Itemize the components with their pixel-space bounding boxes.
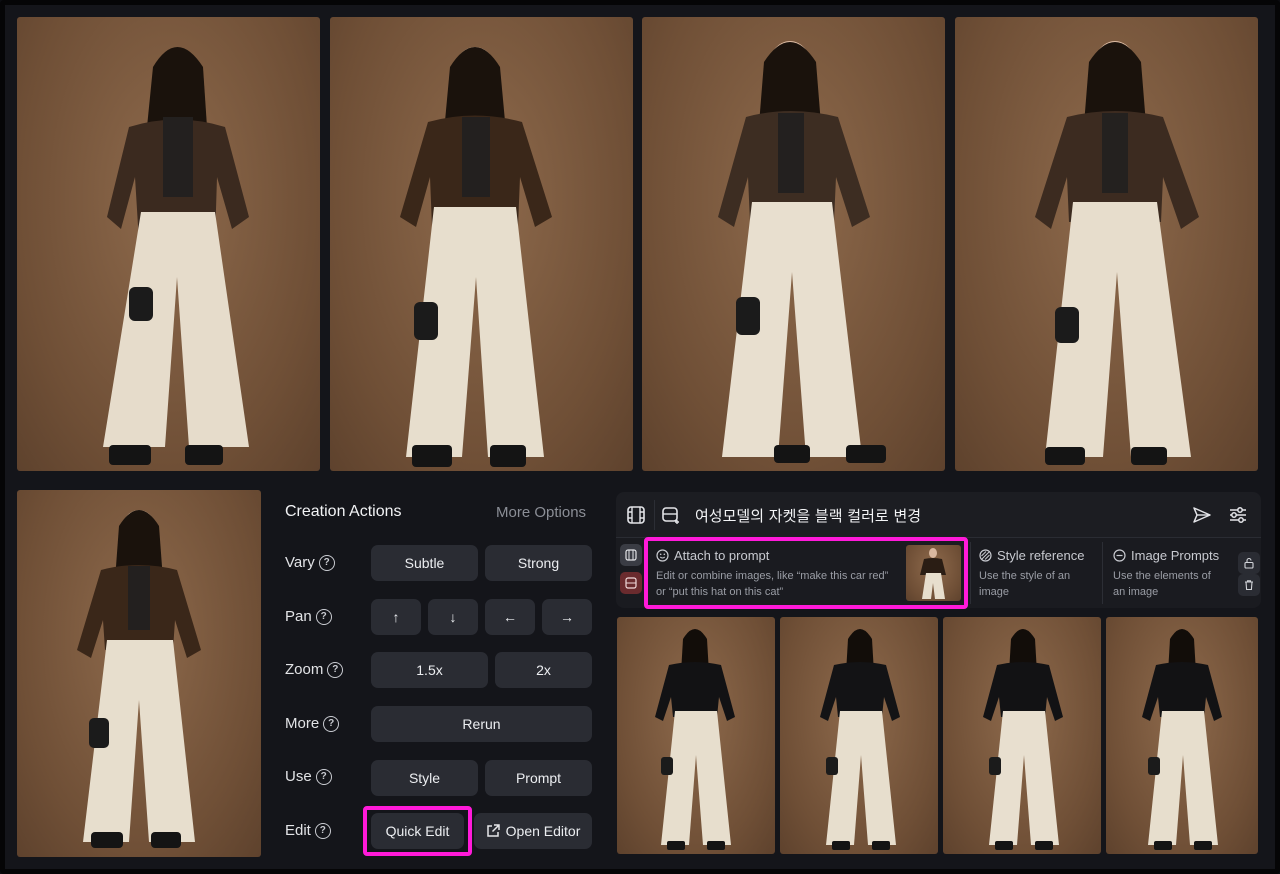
more-row-label: More ? [285, 715, 340, 732]
creation-actions-title: Creation Actions [285, 503, 402, 520]
model-figure [820, 629, 900, 850]
send-icon[interactable] [1192, 505, 1212, 525]
attach-to-prompt-title: Attach to prompt [674, 548, 770, 563]
pan-row-label: Pan ? [285, 608, 332, 625]
model-figure [77, 510, 201, 848]
image-prompts-option[interactable]: Image Prompts [1113, 548, 1219, 563]
zoom-row-label: Zoom ? [285, 661, 344, 678]
rerun-button[interactable]: Rerun [371, 706, 592, 742]
more-options-link[interactable]: More Options [496, 504, 586, 521]
model-figure [983, 629, 1063, 850]
style-reference-desc: Use the style of an image [979, 568, 1070, 600]
prompt-divider [654, 500, 655, 530]
style-reference-title: Style reference [997, 548, 1085, 563]
smile-icon [656, 549, 669, 562]
image-prompts-desc-line-2: an image [1113, 586, 1159, 598]
external-link-icon [486, 824, 500, 837]
vary-row-label: Vary ? [285, 554, 335, 571]
pan-down-button[interactable]: ↓ [428, 599, 478, 635]
edit-row-label: Edit ? [285, 822, 331, 839]
model-figure [103, 47, 249, 465]
edited-image-2[interactable] [780, 617, 938, 854]
edited-image-3[interactable] [943, 617, 1101, 854]
attached-image-thumbnail[interactable] [906, 545, 961, 601]
lock-button[interactable] [1238, 552, 1260, 574]
attach-desc-line-1: Edit or combine images, like “make this … [656, 570, 889, 582]
reference-divider [1102, 542, 1103, 604]
model-figure [920, 548, 946, 599]
image-prompts-desc: Use the elements of an image [1113, 568, 1211, 600]
zoom-1-5x-button[interactable]: 1.5x [371, 652, 488, 688]
use-label: Use [285, 768, 312, 785]
selected-image-preview[interactable] [17, 490, 261, 857]
help-icon[interactable]: ? [315, 768, 332, 785]
edited-image-1[interactable] [617, 617, 775, 854]
prompt-input[interactable]: 여성모델의 자켓을 블랙 컬러로 변경 [695, 505, 921, 526]
vary-subtle-button[interactable]: Subtle [371, 545, 478, 581]
style-desc-line-2: image [979, 586, 1009, 598]
film-icon [625, 549, 637, 561]
result-image-4[interactable] [955, 17, 1258, 471]
style-reference-option[interactable]: Style reference [979, 548, 1084, 563]
more-label: More [285, 715, 320, 732]
pan-up-button[interactable]: ↑ [371, 599, 421, 635]
model-figure [1035, 41, 1199, 465]
reference-divider [970, 542, 971, 604]
image-add-icon [625, 577, 637, 589]
vary-strong-button[interactable]: Strong [485, 545, 592, 581]
help-icon[interactable]: ? [323, 715, 340, 732]
style-desc-line-1: Use the style of an [979, 570, 1071, 582]
delete-button[interactable] [1238, 574, 1260, 596]
edited-image-4[interactable] [1106, 617, 1258, 854]
film-icon[interactable] [626, 505, 646, 525]
model-figure [400, 47, 552, 467]
pan-label: Pan [285, 608, 312, 625]
use-prompt-button[interactable]: Prompt [485, 760, 592, 796]
attach-to-prompt-desc: Edit or combine images, like “make this … [656, 568, 888, 600]
model-figure [655, 629, 735, 850]
image-prompts-title: Image Prompts [1131, 548, 1220, 563]
model-figure [1142, 629, 1222, 850]
use-row-label: Use ? [285, 768, 332, 785]
help-icon[interactable]: ? [314, 822, 331, 839]
image-prompts-desc-line-1: Use the elements of [1113, 570, 1211, 582]
open-editor-label: Open Editor [505, 823, 581, 839]
help-icon[interactable]: ? [315, 608, 332, 625]
sliders-icon[interactable] [1228, 505, 1248, 525]
model-figure [718, 41, 886, 463]
result-image-1[interactable] [17, 17, 320, 471]
use-style-button[interactable]: Style [371, 760, 478, 796]
image-tab[interactable] [620, 544, 642, 566]
unlock-icon [1244, 557, 1254, 569]
image-add-icon[interactable] [661, 505, 681, 525]
edit-label: Edit [285, 822, 311, 839]
help-icon[interactable]: ? [327, 661, 344, 678]
quick-edit-button[interactable]: Quick Edit [371, 813, 464, 849]
prompt-bar: 여성모델의 자켓을 블랙 컬러로 변경 [616, 492, 1261, 538]
attach-desc-line-2: or “put this hat on this cat” [656, 586, 784, 598]
pan-left-button[interactable]: ← [485, 599, 535, 635]
vary-label: Vary [285, 554, 315, 571]
open-editor-button[interactable]: Open Editor [474, 813, 592, 849]
image-reference-area: Attach to prompt Edit or combine images,… [616, 538, 1261, 608]
help-icon[interactable]: ? [318, 554, 335, 571]
result-image-2[interactable] [330, 17, 633, 471]
result-image-3[interactable] [642, 17, 945, 471]
style-icon [979, 549, 992, 562]
pan-right-button[interactable]: → [542, 599, 592, 635]
image-add-tab[interactable] [620, 572, 642, 594]
trash-icon [1245, 580, 1253, 591]
image-prompt-icon [1113, 549, 1126, 562]
attach-to-prompt-option[interactable]: Attach to prompt [656, 548, 769, 563]
zoom-2x-button[interactable]: 2x [495, 652, 592, 688]
zoom-label: Zoom [285, 661, 324, 678]
